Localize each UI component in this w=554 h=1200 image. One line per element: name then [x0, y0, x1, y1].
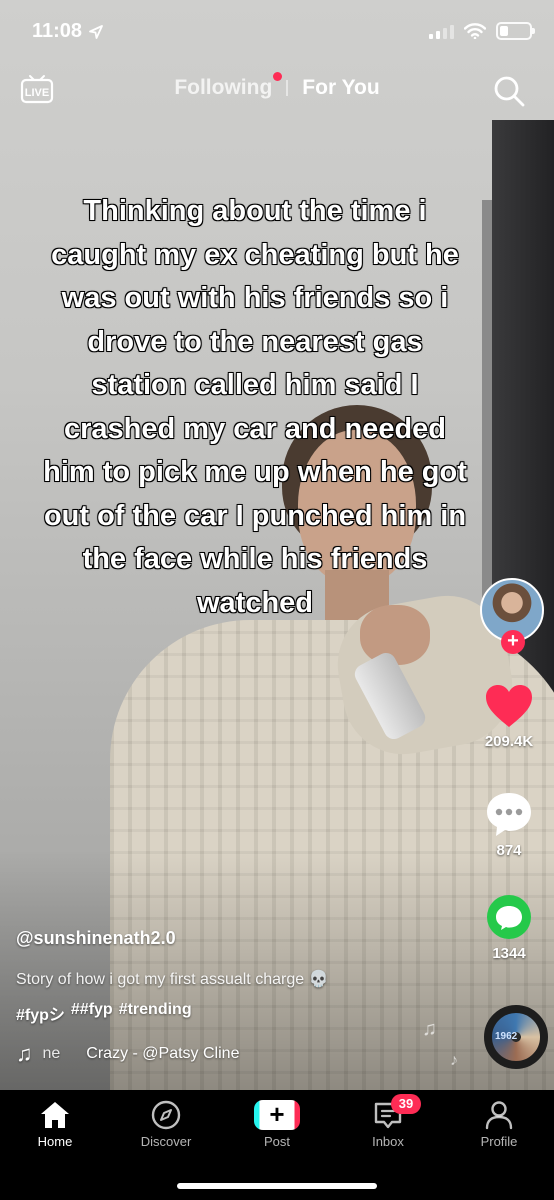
tab-following[interactable]: Following [160, 72, 286, 100]
sound-title: Crazy - @Patsy Cline [86, 1045, 240, 1062]
sound-row[interactable]: ♫ ne Crazy - @Patsy Cline [16, 1041, 456, 1067]
inbox-badge: 39 [391, 1094, 421, 1114]
like-button[interactable]: 209.4K [464, 683, 554, 750]
share-bubble-icon [487, 895, 531, 939]
profile-icon [485, 1101, 513, 1130]
nav-discover[interactable]: Discover [121, 1100, 211, 1149]
home-icon [41, 1102, 69, 1128]
sound-marquee: ne Crazy - @Patsy Cline [43, 1045, 423, 1063]
post-button: + [254, 1099, 300, 1130]
home-indicator [177, 1183, 377, 1189]
heart-icon [486, 685, 532, 727]
nav-inbox-label: Inbox [372, 1134, 404, 1149]
tab-for-you[interactable]: For You [288, 76, 393, 100]
sound-partial-text: ne [42, 1045, 61, 1062]
signal-icon [429, 23, 454, 39]
following-notification-dot [273, 72, 283, 81]
comment-icon [487, 793, 531, 836]
hashtag[interactable]: ##fyp [71, 1001, 113, 1025]
music-note-icon: ♫ [16, 1041, 33, 1066]
comment-button[interactable]: 874 [464, 790, 554, 859]
plus-icon: + [269, 1099, 285, 1129]
action-rail: + 209.4K 874 1344 ♫ ♪ 1962 [422, 0, 554, 1090]
music-disc[interactable]: 1962 [484, 1005, 548, 1069]
status-time-group: 11:08 [32, 20, 104, 43]
post-info: @sunshinenath2.0 Story of how i got my f… [16, 928, 456, 1067]
post-description: Story of how i got my first assualt char… [16, 971, 329, 988]
follow-plus-button[interactable]: + [501, 630, 525, 654]
nav-post[interactable]: + Post [232, 1099, 322, 1149]
tab-for-you-label: For You [302, 76, 380, 99]
nav-discover-label: Discover [140, 1134, 192, 1149]
hashtag[interactable]: #fypシ [16, 1001, 65, 1025]
nav-profile-label: Profile [480, 1134, 518, 1149]
video-overlay-text: Thinking about the time i caught my ex c… [42, 194, 467, 619]
creator-username[interactable]: @sunshinenath2.0 [16, 928, 456, 949]
nav-home-label: Home [37, 1134, 73, 1149]
music-disc-label: 1962 [495, 1031, 518, 1042]
nav-post-label: Post [263, 1134, 290, 1149]
nav-home[interactable]: Home [10, 1100, 100, 1149]
share-button[interactable]: 1344 [464, 893, 554, 962]
status-time: 11:08 [32, 20, 83, 42]
location-arrow-icon [89, 24, 103, 39]
like-count: 209.4K [484, 733, 534, 750]
nav-inbox[interactable]: 39 Inbox [343, 1094, 433, 1149]
compass-icon [151, 1100, 181, 1130]
hashtags: #fypシ ##fyp #trending [16, 1001, 456, 1025]
nav-profile[interactable]: Profile [454, 1100, 544, 1149]
comment-count: 874 [496, 842, 522, 859]
share-count: 1344 [492, 945, 526, 962]
hashtag[interactable]: #trending [119, 1001, 192, 1025]
tab-following-label: Following [174, 76, 273, 99]
